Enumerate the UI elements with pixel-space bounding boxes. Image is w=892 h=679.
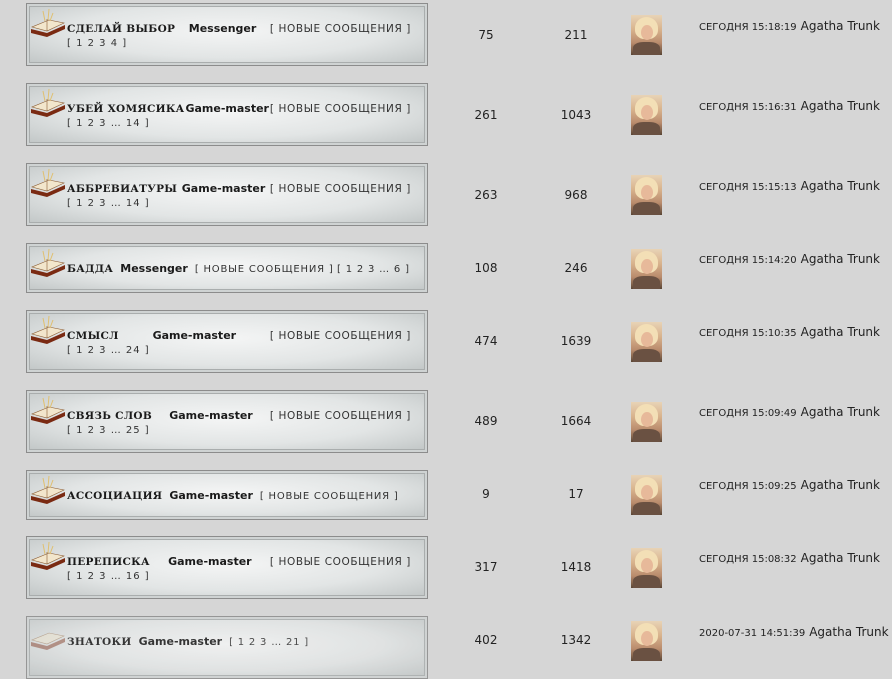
last-post-time: СЕГОДНЯ 15:14:20 [699,255,797,266]
topic-title-link[interactable]: СДЕЛАЙ ВЫБОР [67,22,175,36]
page-links[interactable]: [ 1 2 3 … 25 ] [67,424,411,438]
last-post-user[interactable]: Agatha Trunk [801,99,880,113]
avatar[interactable] [631,402,662,442]
post-count: 1639 [560,334,592,348]
topic-count: 402 [474,633,498,647]
topic-author[interactable]: Game-master [169,489,253,503]
page-links[interactable]: [ 1 2 3 … 6 ] [337,263,410,277]
post-count: 1418 [560,560,592,574]
topic-count: 474 [474,334,498,348]
open-book-icon [31,8,65,37]
topic-count: 9 [482,487,490,501]
new-messages-link[interactable]: [ НОВЫЕ СООБЩЕНИЯ ] [270,409,411,423]
open-book-icon [31,248,65,277]
avatar[interactable] [631,95,662,135]
last-post-user[interactable]: Agatha Trunk [801,19,880,33]
topic-box[interactable]: ЗНАТОКИ Game-master [ 1 2 3 … 21 ] [26,616,428,679]
topic-box[interactable]: СМЫСЛ Game-master [ НОВЫЕ СООБЩЕНИЯ ] [ 1 … [26,310,428,373]
topic-box[interactable]: АББРЕВИАТУРЫ Game-master [ НОВЫЕ СООБЩЕНИЯ… [26,163,428,226]
avatar[interactable] [631,175,662,215]
topic-title-link[interactable]: АССОЦИАЦИЯ [67,489,162,503]
topic-box[interactable]: ПЕРЕПИСКА Game-master[ НОВЫЕ СООБЩЕНИЯ ] … [26,536,428,599]
new-messages-link[interactable]: [ НОВЫЕ СООБЩЕНИЯ ] [260,490,399,504]
topic-author[interactable]: Game-master [182,182,266,196]
avatar[interactable] [631,621,662,661]
new-messages-link[interactable]: [ НОВЫЕ СООБЩЕНИЯ ] [195,263,334,277]
topic-count: 261 [474,108,498,122]
topic-author[interactable]: Game-master [139,635,223,649]
topic-box[interactable]: УБЕЙ ХОМЯСИКА Game-master[ НОВЫЕ СООБЩЕНИ… [26,83,428,146]
last-post-time: 2020-07-31 14:51:39 [699,628,806,639]
topic-box[interactable]: АССОЦИАЦИЯ Game-master [ НОВЫЕ СООБЩЕНИЯ… [26,470,428,520]
avatar[interactable] [631,548,662,588]
last-post-time: СЕГОДНЯ 15:15:13 [699,182,797,193]
page-links[interactable]: [ 1 2 3 … 16 ] [67,570,411,584]
topic-author[interactable]: Game-master [153,329,237,343]
post-count: 1342 [560,633,592,647]
open-book-icon [31,315,65,344]
last-post-user[interactable]: Agatha Trunk [801,478,880,492]
new-messages-link[interactable]: [ НОВЫЕ СООБЩЕНИЯ ] [270,102,411,116]
avatar[interactable] [631,15,662,55]
last-post-time: СЕГОДНЯ 15:08:32 [699,554,797,565]
page-links[interactable]: [ 1 2 3 … 14 ] [67,197,411,211]
topic-title-link[interactable]: СМЫСЛ [67,329,119,343]
post-count: 17 [568,487,584,501]
topic-title-link[interactable]: ЗНАТОКИ [67,635,132,649]
last-post-user[interactable]: Agatha Trunk [801,551,880,565]
avatar[interactable] [631,475,662,515]
topic-author[interactable]: Game-master [169,409,253,423]
last-post-user[interactable]: Agatha Trunk [801,179,880,193]
open-book-icon [31,168,65,197]
topic-title-link[interactable]: ПЕРЕПИСКА [67,555,150,569]
last-post-user[interactable]: Agatha Trunk [809,625,888,639]
last-post-time: СЕГОДНЯ 15:16:31 [699,102,797,113]
last-post-time: СЕГОДНЯ 15:09:25 [699,481,797,492]
post-count: 211 [564,28,588,42]
last-post-time: СЕГОДНЯ 15:10:35 [699,328,797,339]
topic-title-link[interactable]: АББРЕВИАТУРЫ [67,182,177,196]
new-messages-link[interactable]: [ НОВЫЕ СООБЩЕНИЯ ] [270,182,411,196]
open-book-icon [31,88,65,117]
topic-count: 317 [474,560,498,574]
topic-box[interactable]: БАДДА Messenger [ НОВЫЕ СООБЩЕНИЯ ] [ 1 … [26,243,428,293]
topic-author[interactable]: Game-master [168,555,252,569]
last-post-user[interactable]: Agatha Trunk [801,325,880,339]
last-post-user[interactable]: Agatha Trunk [801,252,880,266]
page-links[interactable]: [ 1 2 3 4 ] [67,37,411,51]
avatar[interactable] [631,249,662,289]
last-post-time: СЕГОДНЯ 15:09:49 [699,408,797,419]
topic-title-link[interactable]: СВЯЗЬ СЛОВ [67,409,152,423]
open-book-icon [31,475,65,504]
topic-box[interactable]: СВЯЗЬ СЛОВ Game-master [ НОВЫЕ СООБЩЕНИЯ ]… [26,390,428,453]
post-count: 246 [564,261,588,275]
new-messages-link[interactable]: [ НОВЫЕ СООБЩЕНИЯ ] [270,555,411,569]
avatar[interactable] [631,322,662,362]
topic-title-link[interactable]: БАДДА [67,262,113,276]
page-links[interactable]: [ 1 2 3 … 21 ] [229,636,309,650]
topic-count: 108 [474,261,498,275]
topic-count: 263 [474,188,498,202]
open-book-icon [31,395,65,424]
topic-count: 75 [478,28,494,42]
new-messages-link[interactable]: [ НОВЫЕ СООБЩЕНИЯ ] [270,22,411,36]
topic-count: 489 [474,414,498,428]
topic-box[interactable]: СДЕЛАЙ ВЫБОР Messenger [ НОВЫЕ СООБЩЕНИЯ ]… [26,3,428,66]
post-count: 1043 [560,108,592,122]
open-book-icon [31,541,65,570]
last-post-user[interactable]: Agatha Trunk [801,405,880,419]
post-count: 1664 [560,414,592,428]
topic-title-link[interactable]: УБЕЙ ХОМЯСИКА [67,102,185,116]
post-count: 968 [564,188,588,202]
page-links[interactable]: [ 1 2 3 … 24 ] [67,344,411,358]
topic-author[interactable]: Messenger [189,22,257,36]
new-messages-link[interactable]: [ НОВЫЕ СООБЩЕНИЯ ] [270,329,411,343]
page-links[interactable]: [ 1 2 3 … 14 ] [67,117,411,131]
last-post-time: СЕГОДНЯ 15:18:19 [699,22,797,33]
topic-author[interactable]: Messenger [120,262,188,276]
open-book-icon [31,632,65,650]
topic-author[interactable]: Game-master [185,102,269,116]
